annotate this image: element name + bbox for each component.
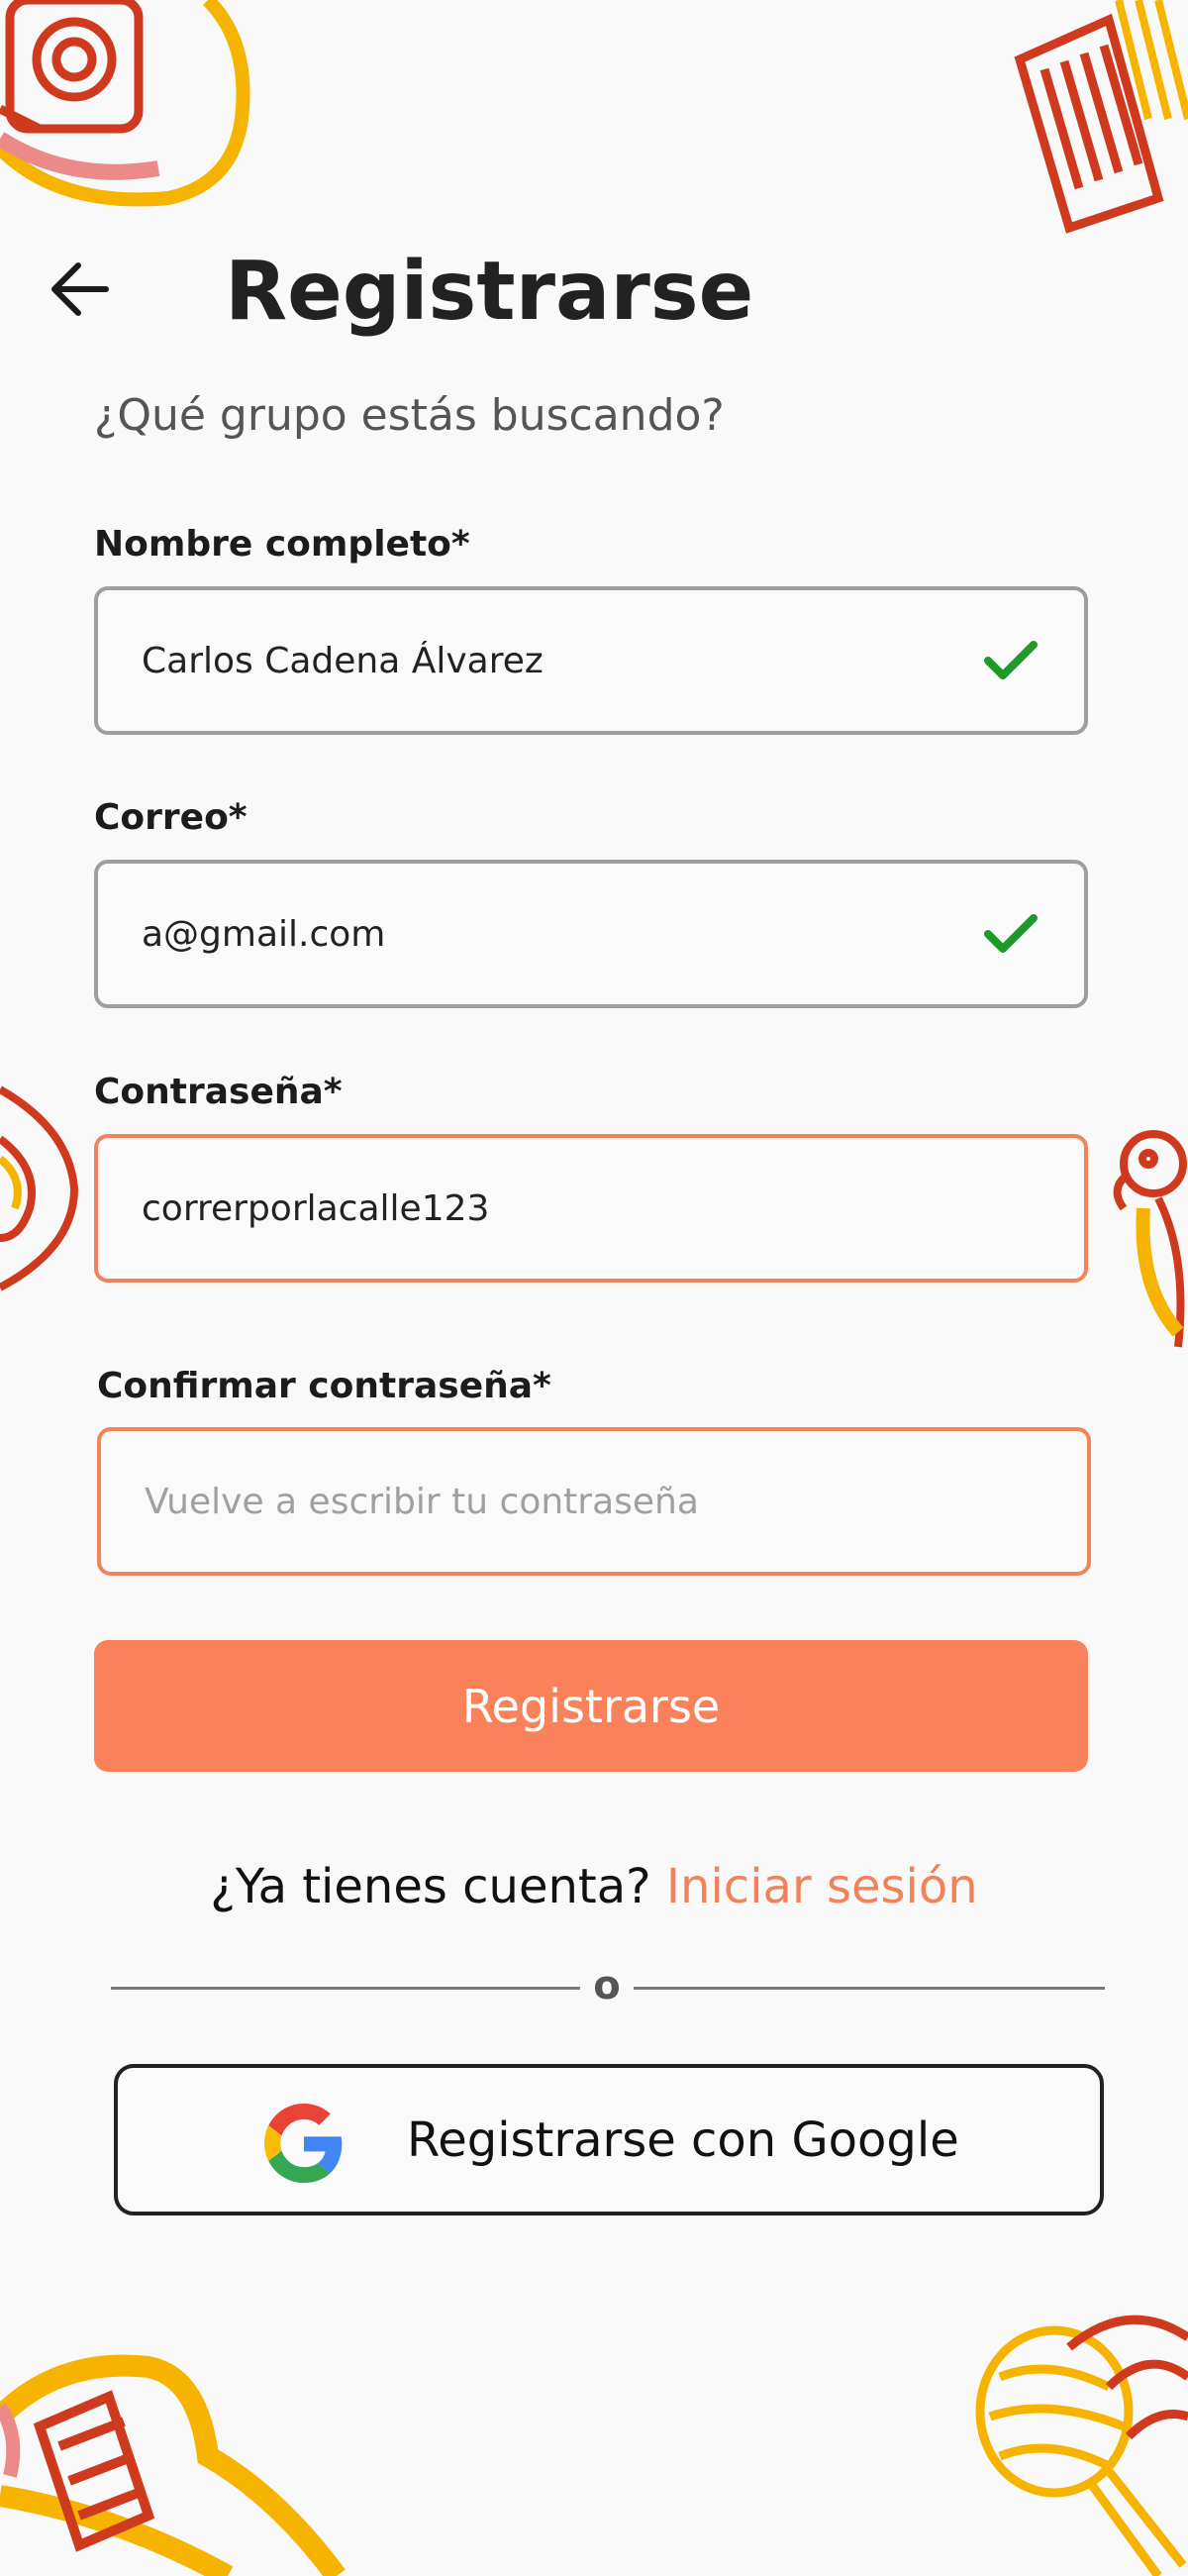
parrot-illustration [1113, 1130, 1187, 1348]
login-prompt: ¿Ya tienes cuenta? Iniciar sesión [0, 1854, 1188, 1919]
google-register-button[interactable]: Registrarse con Google [114, 2064, 1104, 2215]
google-register-label: Registrarse con Google [407, 2112, 959, 2168]
divider-line-left [111, 1987, 580, 1990]
register-button[interactable]: Registrarse [94, 1640, 1088, 1772]
checkmark-icon [981, 904, 1040, 964]
full-name-label: Nombre completo* [94, 524, 470, 565]
back-button[interactable] [40, 250, 119, 329]
confirm-password-input[interactable] [145, 1431, 1043, 1572]
divider-text: o [593, 1963, 621, 2009]
drum-illustration [0, 0, 250, 207]
password-input[interactable] [142, 1138, 1040, 1279]
maracas-illustration [975, 2315, 1188, 2576]
full-name-input[interactable] [142, 590, 981, 731]
email-field[interactable] [94, 860, 1088, 1008]
sombrero-illustration [0, 2354, 346, 2576]
page-subtitle: ¿Qué grupo estás buscando? [94, 390, 725, 441]
email-label: Correo* [94, 797, 248, 838]
password-field[interactable] [94, 1134, 1088, 1283]
login-prompt-text: ¿Ya tienes cuenta? [210, 1859, 651, 1914]
hat-illustration [0, 1085, 79, 1291]
page-title: Registrarse [225, 245, 754, 339]
google-icon [264, 2104, 343, 2183]
accordion-illustration [1014, 0, 1188, 234]
full-name-field[interactable] [94, 586, 1088, 735]
confirm-password-field[interactable] [97, 1427, 1091, 1576]
confirm-password-label: Confirmar contraseña* [97, 1366, 551, 1406]
arrow-left-icon [51, 262, 109, 316]
login-link[interactable]: Iniciar sesión [666, 1859, 978, 1914]
email-input[interactable] [142, 864, 981, 1004]
checkmark-icon [981, 631, 1040, 690]
divider-line-right [634, 1987, 1105, 1990]
password-label: Contraseña* [94, 1072, 343, 1112]
